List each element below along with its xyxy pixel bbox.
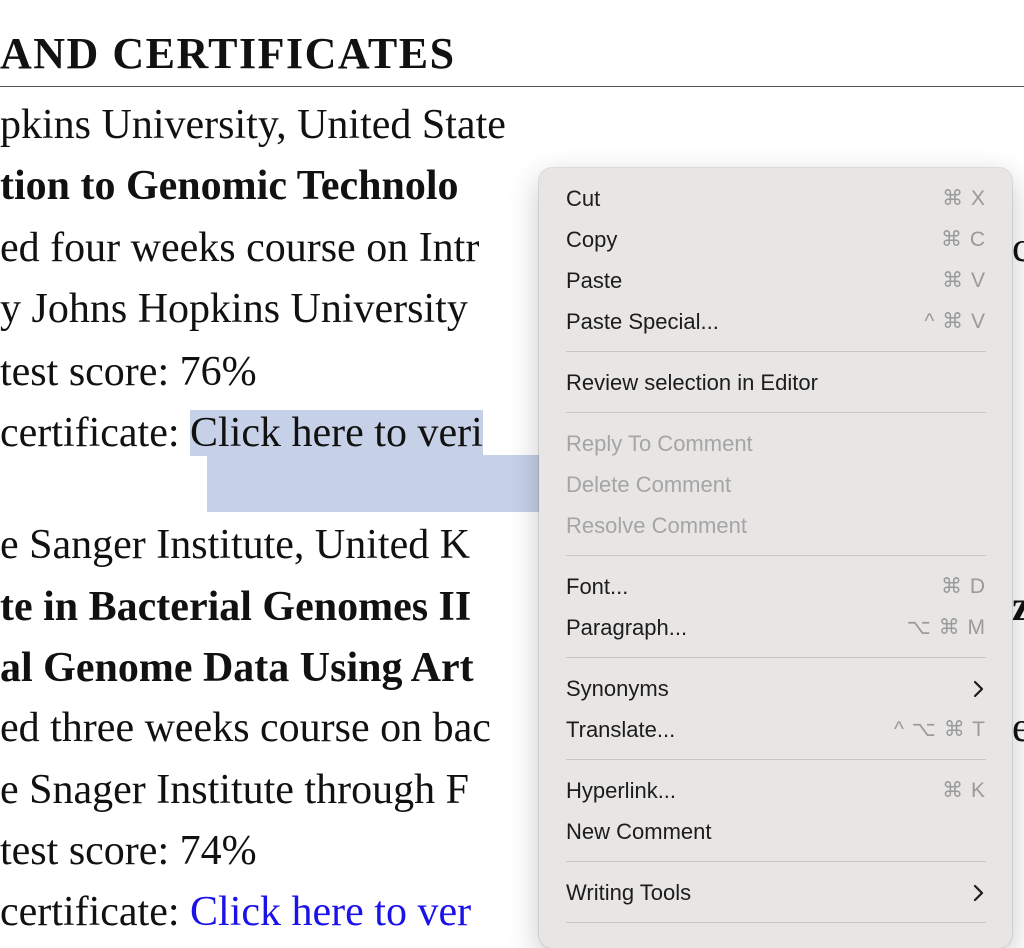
menu-item-synonyms[interactable]: Synonyms (539, 668, 1012, 709)
menu-item-hyperlink[interactable]: Hyperlink... ⌘ K (539, 770, 1012, 811)
shortcut-text: ⌘ V (942, 269, 986, 292)
menu-separator (566, 657, 986, 658)
doc-line-provider-2: e Snager Institute through F (0, 767, 469, 813)
menu-label: Translate... (566, 716, 676, 742)
menu-label: Paste (566, 267, 623, 293)
shortcut-text: ⌘ X (942, 187, 986, 210)
doc-line-course-title-1: tion to Genomic Technolo (0, 163, 459, 209)
doc-line-description-2: ed three weeks course on bac (0, 705, 491, 751)
menu-label: Delete Comment (566, 471, 732, 497)
doc-line-institution-1: pkins University, United State (0, 102, 506, 148)
menu-item-cut[interactable]: Cut ⌘ X (539, 178, 1012, 219)
menu-separator (566, 412, 986, 413)
section-heading: AND CERTIFICATES (0, 29, 456, 78)
peek-char-2: z (1012, 584, 1024, 630)
menu-label: New Comment (566, 818, 712, 844)
shortcut-text: ^ ⌥ ⌘ T (893, 718, 986, 741)
menu-item-font[interactable]: Font... ⌘ D (539, 566, 1012, 607)
doc-line-institution-2: e Sanger Institute, United K (0, 522, 471, 568)
context-menu: Cut ⌘ X Copy ⌘ C Paste ⌘ V Paste Special… (539, 168, 1012, 948)
certificate-link-2[interactable]: Click here to ver (190, 889, 471, 935)
chevron-right-icon (970, 882, 986, 904)
shortcut-text: ^ ⌘ V (924, 310, 986, 333)
menu-separator (566, 861, 986, 862)
shortcut-text: ⌥ ⌘ M (906, 616, 986, 639)
menu-item-delete-comment: Delete Comment (539, 464, 1012, 505)
menu-separator (566, 351, 986, 352)
peek-char-3: e (1012, 705, 1024, 751)
doc-line-certificate-1: certificate: Click here to veri (0, 409, 483, 457)
menu-item-new-comment[interactable]: New Comment (539, 811, 1012, 852)
menu-label: Writing Tools (566, 879, 692, 905)
menu-label: Copy (566, 226, 618, 252)
menu-label: Review selection in Editor (566, 369, 818, 395)
doc-line-certificate-2: certificate: Click here to ver (0, 888, 471, 936)
doc-line-course-title-2a: te in Bacterial Genomes II (0, 584, 472, 630)
shortcut-text: ⌘ C (941, 228, 986, 251)
menu-item-reply-to-comment: Reply To Comment (539, 423, 1012, 464)
chevron-right-icon (970, 678, 986, 700)
menu-label: Font... (566, 573, 629, 599)
menu-separator (566, 555, 986, 556)
menu-item-copy[interactable]: Copy ⌘ C (539, 219, 1012, 260)
menu-item-paragraph[interactable]: Paragraph... ⌥ ⌘ M (539, 607, 1012, 648)
shortcut-text: ⌘ D (941, 575, 986, 598)
certificate-label-2: certificate: (0, 889, 191, 935)
menu-separator (566, 759, 986, 760)
doc-line-score-2: test score: 74% (0, 828, 257, 874)
doc-line-provider-1: y Johns Hopkins University (0, 286, 468, 332)
menu-item-translate[interactable]: Translate... ^ ⌥ ⌘ T (539, 709, 1012, 750)
heading-rule (0, 86, 1024, 87)
certificate-label-1: certificate: (0, 410, 191, 456)
text-selection-highlight (207, 455, 547, 512)
menu-label: Cut (566, 185, 601, 211)
menu-item-writing-tools[interactable]: Writing Tools (539, 872, 1012, 913)
menu-item-review-selection[interactable]: Review selection in Editor (539, 362, 1012, 403)
menu-label: Paste Special... (566, 308, 719, 334)
menu-item-paste-special[interactable]: Paste Special... ^ ⌘ V (539, 301, 1012, 342)
menu-label: Reply To Comment (566, 430, 753, 456)
doc-line-score-1: test score: 76% (0, 349, 257, 395)
menu-item-resolve-comment: Resolve Comment (539, 505, 1012, 546)
menu-label: Resolve Comment (566, 512, 747, 538)
certificate-link-1[interactable]: Click here to veri (190, 410, 483, 456)
doc-line-description-1: ed four weeks course on Intr (0, 225, 480, 271)
menu-label: Hyperlink... (566, 777, 677, 803)
menu-label: Synonyms (566, 675, 669, 701)
peek-char-1: c (1012, 225, 1024, 271)
menu-label: Paragraph... (566, 614, 688, 640)
doc-line-course-title-2b: al Genome Data Using Art (0, 645, 474, 691)
menu-separator (566, 922, 986, 923)
shortcut-text: ⌘ K (942, 779, 986, 802)
menu-item-paste[interactable]: Paste ⌘ V (539, 260, 1012, 301)
